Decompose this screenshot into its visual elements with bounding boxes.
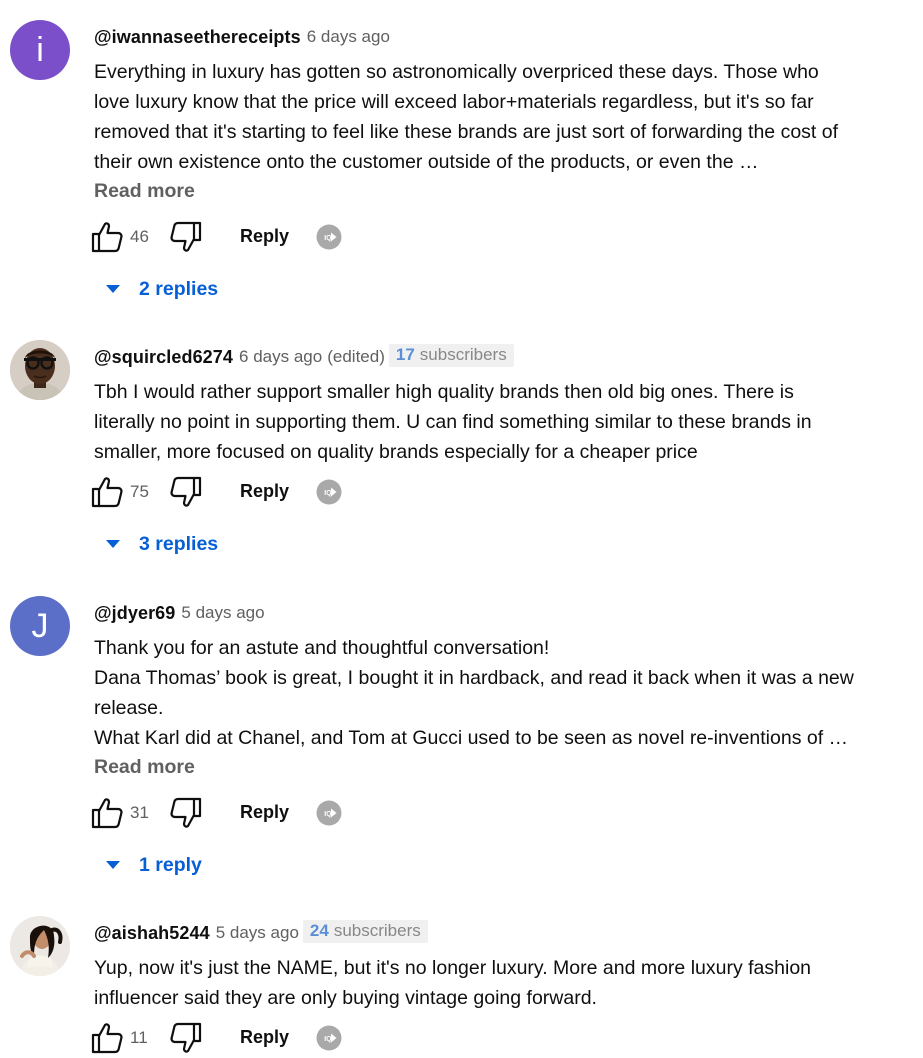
author-name[interactable]: @iwannaseethereceipts — [94, 27, 301, 48]
comment-header: @squircled6274 6 days ago (edited) 17 su… — [94, 343, 514, 370]
comment-header: @jdyer69 5 days ago — [94, 600, 265, 626]
comment-line: literally no point in supporting them. U… — [94, 411, 812, 433]
comment-line: Dana Thomas’ book is great, I bought it … — [94, 667, 854, 689]
comment-line: love luxury know that the price will exc… — [94, 91, 814, 113]
comment-text: Thank you for an astute and thoughtful c… — [94, 633, 914, 753]
view-replies-button[interactable]: 2 replies — [104, 275, 218, 303]
avatar[interactable]: J — [10, 596, 70, 656]
comment: J @jdyer69 5 days ago Thank you for an a… — [0, 596, 923, 896]
comment-line: Everything in luxury has gotten so astro… — [94, 61, 819, 83]
replies-label: 2 replies — [139, 277, 219, 300]
comment-header: @aishah5244 5 days ago 24 subscribers — [94, 919, 428, 946]
timestamp[interactable]: 5 days ago — [181, 603, 264, 623]
read-more-button[interactable]: Read more — [94, 180, 195, 203]
comment-actions: 11 Reply — [90, 1022, 390, 1054]
like-icon[interactable] — [90, 476, 124, 508]
comment-text: Yup, now it's just the NAME, but it's no… — [94, 953, 914, 1013]
dislike-icon[interactable] — [169, 1022, 203, 1054]
extension-icon[interactable] — [316, 800, 342, 826]
comment-line: release. — [94, 697, 164, 719]
subscriber-label: subscribers — [333, 920, 421, 940]
caret-down-icon — [104, 283, 122, 295]
reply-button[interactable]: Reply — [240, 802, 289, 823]
extension-icon[interactable] — [316, 479, 342, 505]
like-count: 11 — [130, 1028, 148, 1047]
author-name[interactable]: @jdyer69 — [94, 603, 175, 624]
comment-actions: 75 Reply — [90, 476, 390, 508]
like-count: 75 — [130, 482, 149, 501]
comment-header: @iwannaseethereceipts 6 days ago — [94, 24, 390, 50]
timestamp[interactable]: 6 days ago — [239, 347, 322, 367]
extension-icon[interactable] — [316, 1025, 342, 1051]
comment: @squircled6274 6 days ago (edited) 17 su… — [0, 340, 923, 570]
read-more-button[interactable]: Read more — [94, 756, 195, 779]
caret-down-icon — [104, 538, 122, 550]
avatar-letter: i — [36, 31, 44, 69]
comment-text: Everything in luxury has gotten so astro… — [94, 57, 914, 177]
dislike-icon[interactable] — [169, 797, 203, 829]
comment-line: Yup, now it's just the NAME, but it's no… — [94, 957, 812, 979]
comment-line: smaller, more focused on quality brands … — [94, 441, 698, 463]
author-name[interactable]: @squircled6274 — [94, 347, 233, 368]
comment: i @iwannaseethereceipts 6 days ago Every… — [0, 20, 923, 315]
timestamp[interactable]: 5 days ago — [216, 923, 299, 943]
avatar-letter: J — [31, 607, 49, 645]
subscriber-count: 24 — [309, 920, 329, 940]
comment-line: Tbh I would rather support smaller high … — [94, 381, 794, 403]
comment: @aishah5244 5 days ago 24 subscribers Yu… — [0, 916, 923, 1058]
comment-line: removed that it's starting to feel like … — [94, 121, 839, 143]
avatar-glasses-photo-icon — [10, 340, 70, 400]
avatar[interactable] — [10, 916, 70, 976]
timestamp[interactable]: 6 days ago — [307, 27, 390, 47]
comment-text: Tbh I would rather support smaller high … — [94, 377, 914, 467]
extension-icon[interactable] — [316, 224, 342, 250]
view-replies-button[interactable]: 3 replies — [104, 530, 218, 558]
reply-button[interactable]: Reply — [240, 226, 289, 247]
like-count: 46 — [130, 227, 149, 246]
replies-label: 1 reply — [139, 853, 202, 876]
like-count: 31 — [130, 803, 149, 822]
subscriber-badge: 24 subscribers — [302, 919, 428, 943]
edited-label: (edited) — [327, 347, 385, 366]
avatar-woman-photo-icon — [10, 916, 70, 976]
avatar[interactable]: i — [10, 20, 70, 80]
subscriber-count: 17 — [395, 344, 415, 364]
comment-actions: 46 Reply — [90, 221, 390, 253]
avatar[interactable] — [10, 340, 70, 400]
dislike-icon[interactable] — [169, 221, 203, 253]
comment-line: Thank you for an astute and thoughtful c… — [94, 637, 550, 659]
dislike-icon[interactable] — [169, 476, 203, 508]
caret-down-icon — [104, 859, 122, 871]
author-name[interactable]: @aishah5244 — [94, 923, 210, 944]
like-icon[interactable] — [90, 221, 124, 253]
comment-line: their own existence onto the customer ou… — [94, 151, 759, 173]
comment-line: influencer said they are only buying vin… — [94, 987, 597, 1009]
subscriber-badge: 17 subscribers — [388, 343, 514, 367]
reply-button[interactable]: Reply — [240, 1027, 289, 1048]
like-icon[interactable] — [90, 1022, 124, 1054]
subscriber-label: subscribers — [419, 344, 507, 364]
comment-line: What Karl did at Chanel, and Tom at Gucc… — [94, 727, 849, 749]
reply-button[interactable]: Reply — [240, 481, 289, 502]
like-icon[interactable] — [90, 797, 124, 829]
comment-actions: 31 Reply — [90, 797, 390, 829]
view-replies-button[interactable]: 1 reply — [104, 851, 202, 879]
replies-label: 3 replies — [139, 532, 219, 555]
